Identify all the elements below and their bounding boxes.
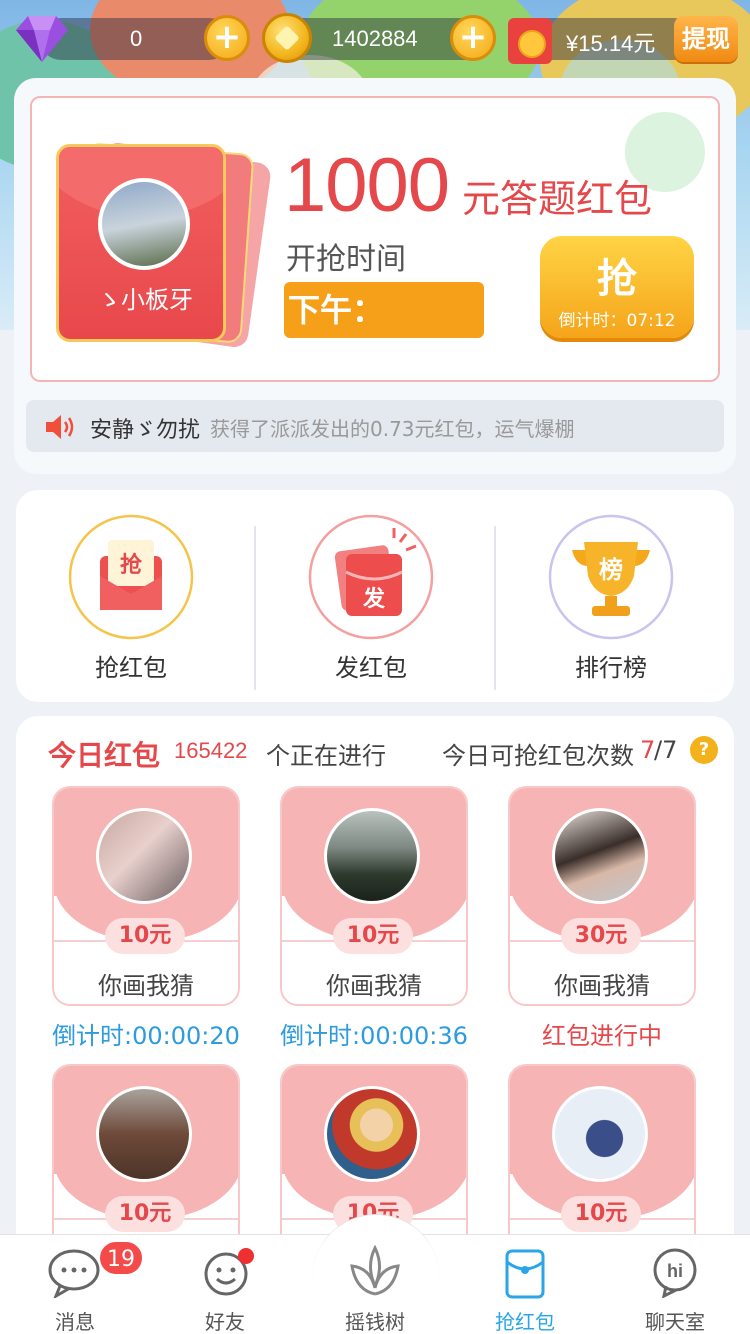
avatar [96, 1086, 192, 1182]
avatar [552, 808, 648, 904]
chatroom-icon: hi [653, 1248, 697, 1298]
add-gems-button[interactable]: + [204, 15, 250, 61]
packet-amount: 10元 [105, 1196, 185, 1232]
money-tree-icon [350, 1244, 400, 1296]
prize-amount: 1000 [284, 143, 450, 228]
active-count-suffix: 个正在进行 [266, 742, 386, 770]
today-title: 今日红包 [48, 739, 161, 772]
nav-label-money-tree[interactable]: 摇钱树 [300, 1306, 450, 1334]
packet-amount: 10元 [333, 918, 413, 954]
coin-icon [262, 13, 312, 63]
grab-envelope-icon[interactable]: 抢 [68, 514, 194, 640]
grab-countdown: 倒计时：07:12 [558, 311, 676, 331]
send-packet-label[interactable]: 发红包 [271, 648, 471, 683]
grab-limit-used: 7 [640, 736, 656, 764]
sender-avatar [98, 178, 190, 270]
top-status-bar: 0 + 1402884 + ¥15.14元 提现 [0, 0, 750, 80]
red-packet-icon [505, 1249, 545, 1299]
withdraw-button[interactable]: 提现 [674, 16, 738, 62]
help-icon[interactable]: ? [690, 736, 718, 764]
avatar [324, 808, 420, 904]
chat-icon [48, 1249, 100, 1298]
ticker-user: 安静ゞ勿扰 [90, 418, 201, 443]
grab-packet-label[interactable]: 抢红包 [31, 648, 231, 683]
trophy-icon[interactable]: 榜 [548, 514, 674, 640]
nav-label-friends[interactable]: 好友 [150, 1306, 300, 1334]
packet-status: 倒计时:00:00:20 [52, 1022, 240, 1050]
grab-button[interactable]: 抢 倒计时：07:12 [540, 236, 694, 338]
grab-button-label: 抢 [597, 256, 637, 302]
packet-status: 倒计时:00:00:36 [280, 1022, 468, 1050]
nav-label-messages[interactable]: 消息 [0, 1306, 150, 1334]
grab-limit-label: 今日可抢红包次数 [442, 742, 634, 770]
avatar [324, 1086, 420, 1182]
trophy-glyph: 榜 [599, 556, 623, 584]
grab-envelope-glyph: 抢 [120, 552, 143, 578]
sender-name: ゝ小板牙 [97, 286, 193, 314]
red-packet-icon [508, 18, 552, 64]
notification-dot [238, 1248, 254, 1264]
packet-title: 你画我猜 [554, 972, 650, 1000]
packet-amount: 30元 [561, 918, 641, 954]
gem-icon [16, 16, 68, 62]
packet-title: 你画我猜 [326, 972, 422, 1000]
packet-amount: 10元 [105, 918, 185, 954]
prize-amount-suffix: 元答题红包 [462, 177, 653, 221]
speaker-icon [46, 415, 74, 439]
gems-value: 0 [130, 26, 143, 51]
nav-label-red-packet[interactable]: 抢红包 [450, 1306, 600, 1334]
svg-text:hi: hi [667, 1261, 683, 1281]
packet-amount: 10元 [561, 1196, 641, 1232]
add-coins-button[interactable]: + [450, 15, 496, 61]
unread-badge: 19 [98, 1240, 144, 1276]
avatar [96, 808, 192, 904]
nav-label-chatroom[interactable]: 聊天室 [600, 1306, 750, 1334]
send-envelope-glyph: 发 [362, 586, 386, 612]
packet-status: 红包进行中 [542, 1022, 662, 1050]
avatar [552, 1086, 648, 1182]
coins-value: 1402884 [332, 26, 418, 51]
start-time-badge: 下午：12:21 [284, 282, 484, 385]
ranking-label[interactable]: 排行榜 [511, 648, 711, 683]
active-count: 165422 [174, 738, 248, 763]
cash-value: ¥15.14元 [566, 31, 656, 56]
grab-limit-total: /7 [654, 736, 678, 764]
start-time-label: 开抢时间 [286, 242, 406, 277]
packet-title: 你画我猜 [98, 972, 194, 1000]
send-envelope-icon[interactable]: 发 [308, 514, 434, 640]
ticker-message: 获得了派派发出的0.73元红包，运气爆棚 [210, 417, 575, 441]
